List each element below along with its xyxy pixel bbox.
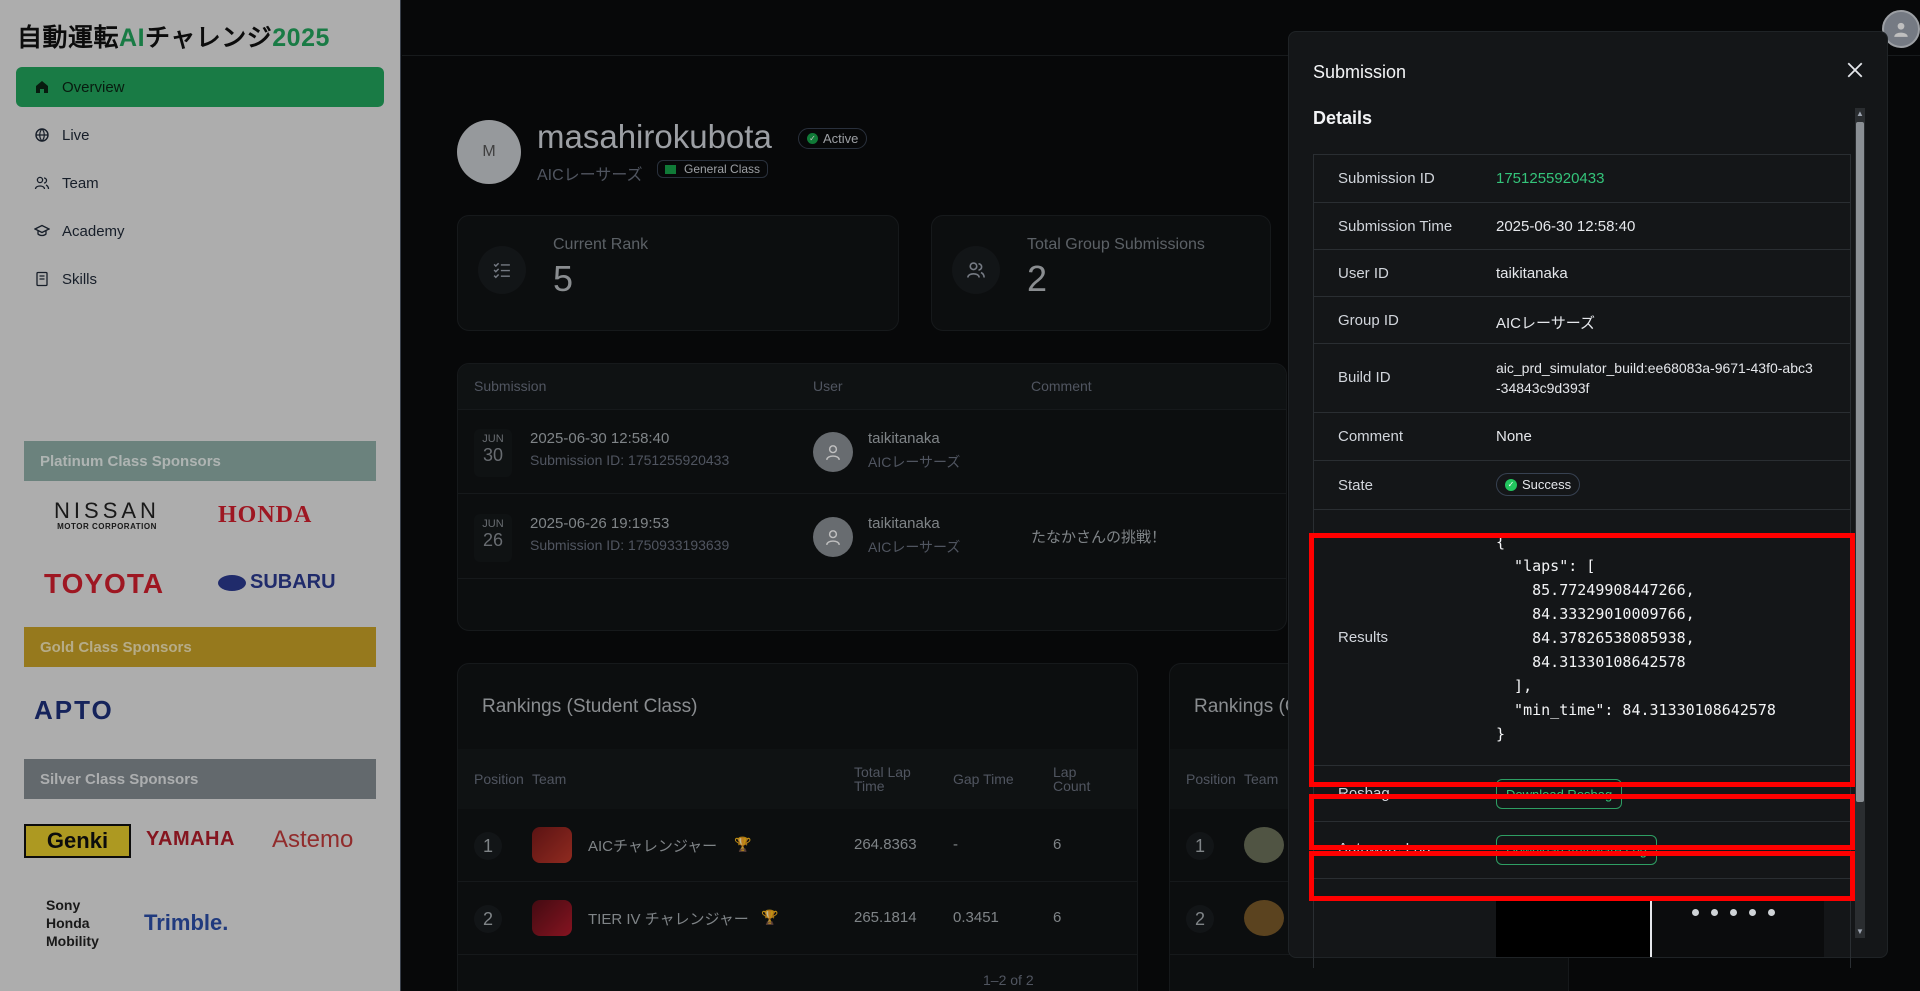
state-badge: ✓ Success [1496, 473, 1581, 496]
rosbag-highlight-box [1309, 794, 1855, 850]
detail-row-user-id: User ID taikitanaka [1314, 250, 1850, 297]
detail-label: Comment [1338, 428, 1404, 445]
detail-value: 2025-06-30 12:58:40 [1496, 218, 1636, 235]
detail-label: Build ID [1338, 369, 1391, 386]
scroll-up-icon[interactable]: ▲ [1855, 108, 1865, 120]
detail-value: AICレーサーズ [1496, 315, 1595, 332]
detail-row-submission-time: Submission Time 2025-06-30 12:58:40 [1314, 203, 1850, 250]
state-label: Success [1522, 477, 1572, 492]
close-button[interactable] [1843, 58, 1867, 82]
check-icon: ✓ [1505, 478, 1517, 491]
detail-value: 1751255920433 [1496, 170, 1605, 187]
detail-row-state: State ✓ Success [1314, 461, 1850, 510]
detail-label: Submission Time [1338, 218, 1453, 235]
detail-row-group-id: Group ID AICレーサーズ [1314, 297, 1850, 344]
autoware-log-highlight-box [1309, 851, 1855, 901]
scrollbar-thumb[interactable] [1856, 122, 1864, 802]
scroll-down-icon[interactable]: ▼ [1855, 926, 1865, 938]
detail-label: Group ID [1338, 312, 1399, 329]
preview-screenshot [1650, 897, 1824, 957]
submission-modal: Submission Details Submission ID 1751255… [1288, 31, 1888, 968]
detail-label: State [1338, 477, 1374, 494]
detail-label: Submission ID [1338, 170, 1435, 187]
video-preview[interactable] [1496, 897, 1824, 957]
modal-scroll-area[interactable]: Details Submission ID 1751255920433 Subm… [1289, 108, 1889, 968]
detail-row-submission-id: Submission ID 1751255920433 [1314, 155, 1850, 203]
results-highlight-box [1309, 533, 1855, 787]
detail-value: aic_prd_simulator_build:ee68083a-9671-43… [1496, 360, 1813, 396]
modal-title: Submission [1313, 62, 1407, 82]
detail-value: taikitanaka [1496, 265, 1568, 282]
close-icon [1847, 62, 1863, 78]
detail-label: User ID [1338, 265, 1389, 282]
detail-row-build-id: Build ID aic_prd_simulator_build:ee68083… [1314, 344, 1850, 413]
detail-row-comment: Comment None [1314, 413, 1850, 461]
details-heading: Details [1313, 108, 1373, 128]
detail-value: None [1496, 428, 1532, 445]
modal-scrollbar[interactable]: ▲ ▼ [1855, 108, 1865, 938]
preview-toolbar-icons [1692, 909, 1775, 916]
